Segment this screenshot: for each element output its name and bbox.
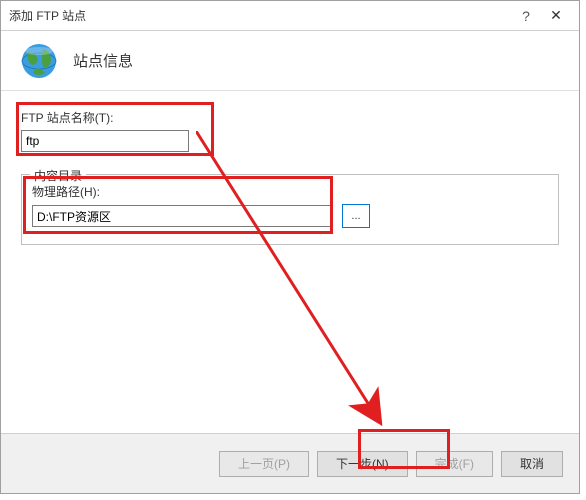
- physical-path-label: 物理路径(H):: [32, 183, 548, 200]
- next-button[interactable]: 下一步(N): [317, 451, 408, 477]
- dialog-window: 添加 FTP 站点 ? ✕ 站点信息 FTP 站点名称(T): 内容目录 物理路…: [0, 0, 580, 494]
- physical-path-input[interactable]: [32, 205, 332, 227]
- content-area: FTP 站点名称(T): 内容目录 物理路径(H): ...: [1, 91, 579, 263]
- path-row: ...: [32, 204, 548, 228]
- fieldset-legend: 内容目录: [30, 167, 86, 184]
- wizard-header: 站点信息: [1, 31, 579, 91]
- previous-button: 上一页(P): [219, 451, 309, 477]
- page-title: 站点信息: [73, 50, 133, 71]
- finish-button: 完成(F): [416, 451, 493, 477]
- help-button[interactable]: ?: [511, 8, 541, 24]
- site-name-input[interactable]: [21, 130, 189, 152]
- cancel-button[interactable]: 取消: [501, 451, 563, 477]
- wizard-footer: 上一页(P) 下一步(N) 完成(F) 取消: [1, 433, 579, 493]
- globe-icon: [19, 41, 59, 81]
- titlebar: 添加 FTP 站点 ? ✕: [1, 1, 579, 31]
- content-directory-fieldset: 内容目录 物理路径(H): ...: [21, 174, 559, 245]
- site-name-label: FTP 站点名称(T):: [21, 109, 559, 126]
- window-title: 添加 FTP 站点: [9, 7, 511, 24]
- browse-button[interactable]: ...: [342, 204, 370, 228]
- close-button[interactable]: ✕: [541, 7, 571, 24]
